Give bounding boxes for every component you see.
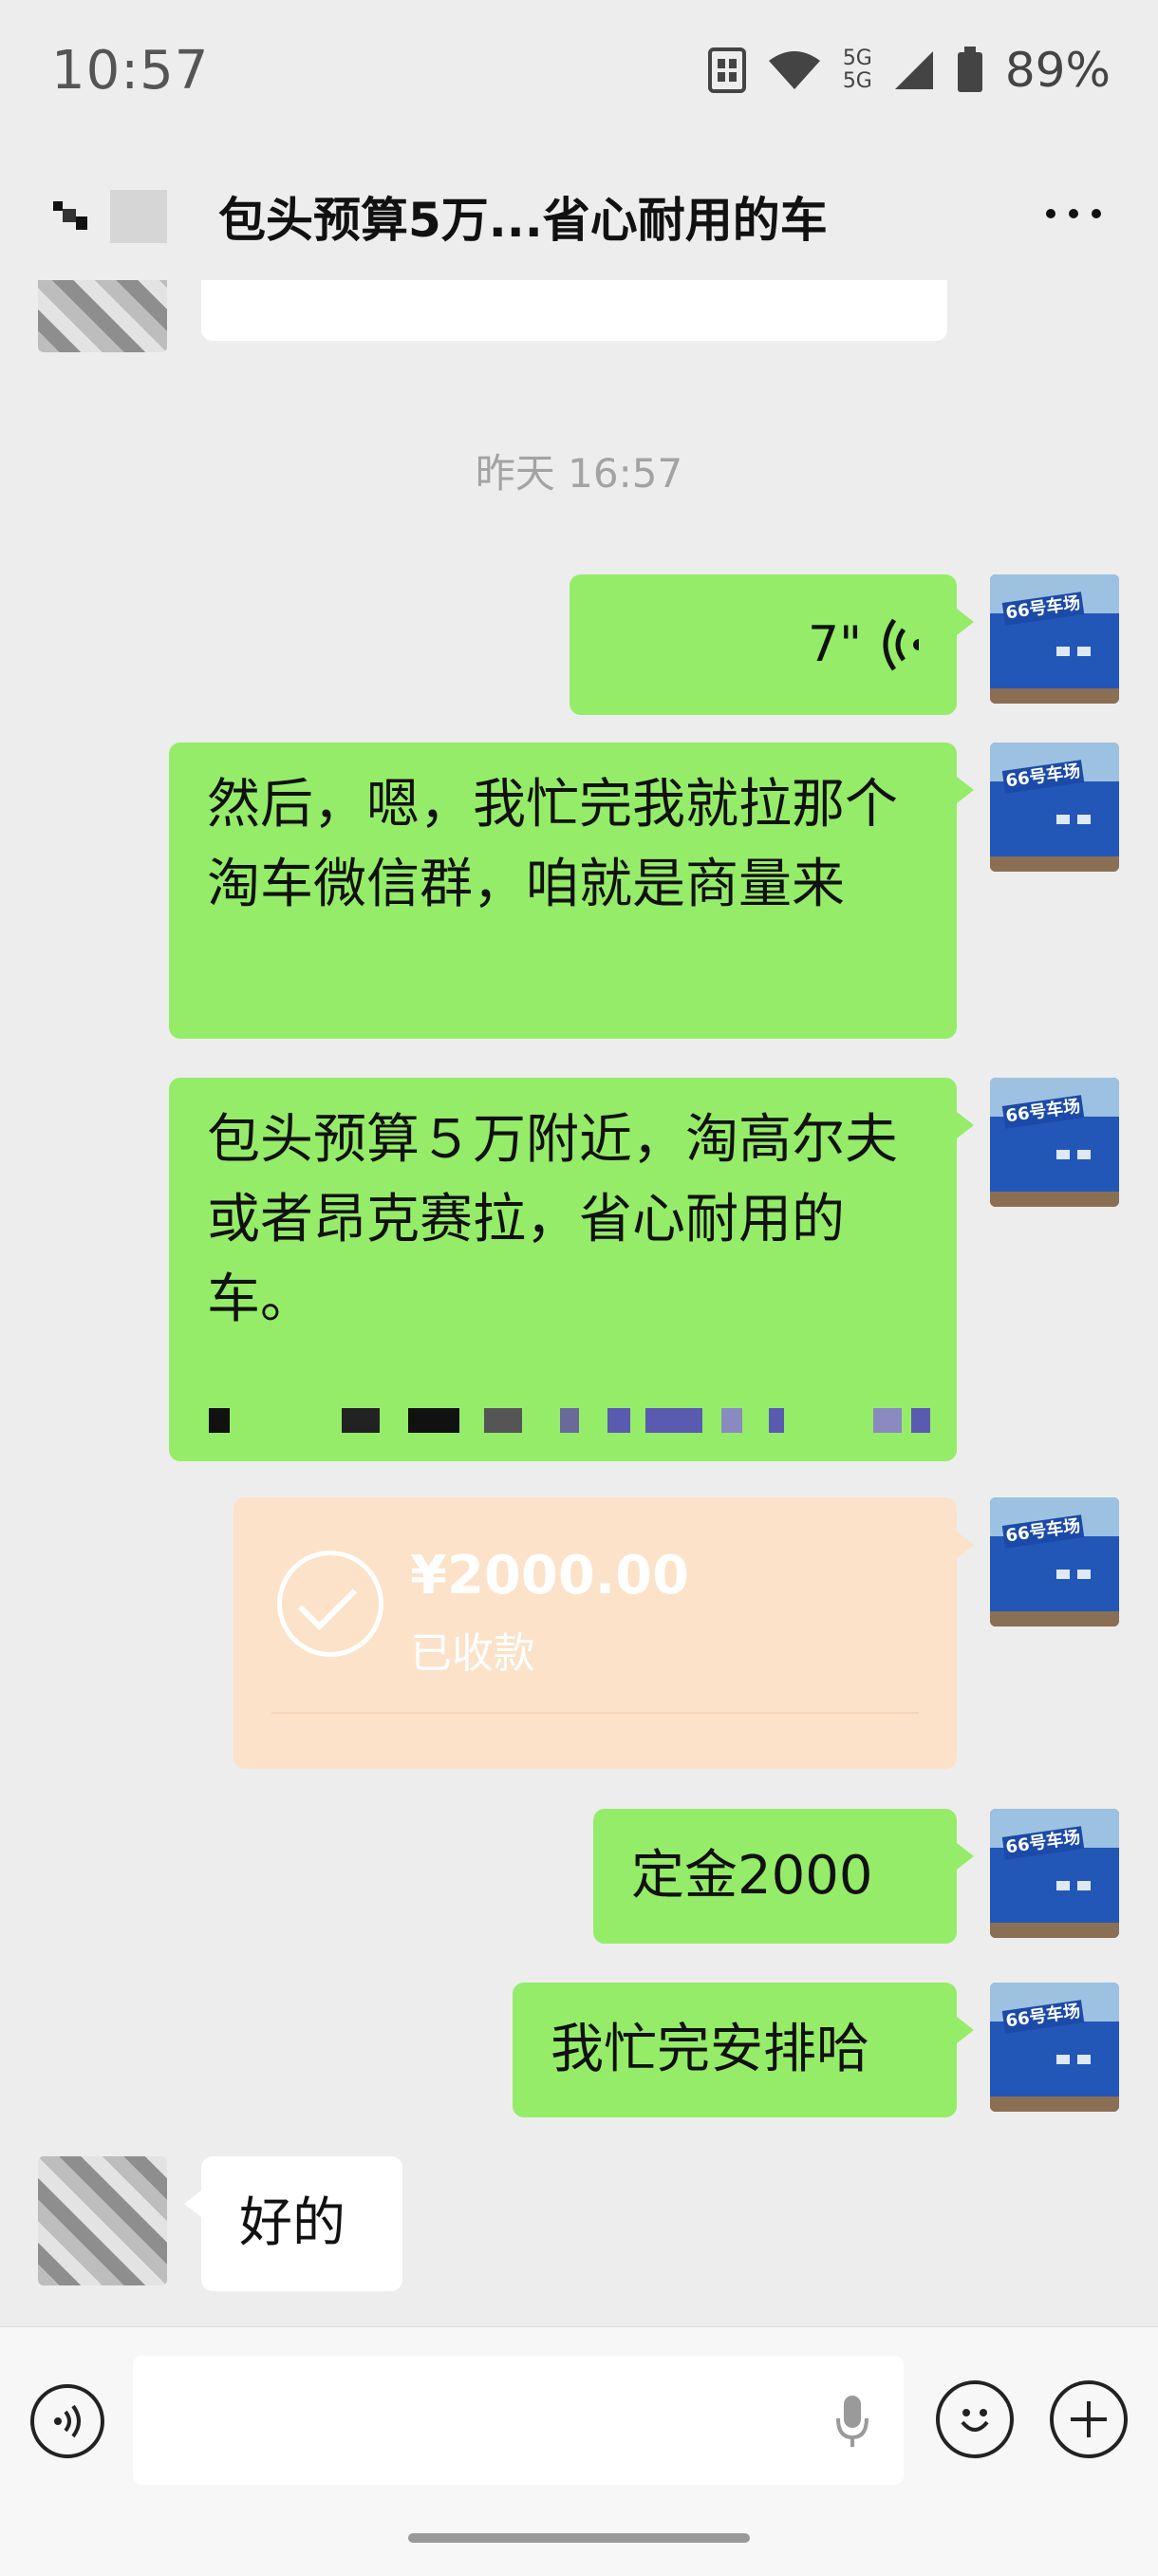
message-bubble[interactable]: 好的 bbox=[184, 2156, 402, 2291]
smiley-icon bbox=[961, 2409, 989, 2432]
my-avatar[interactable]: 66号车场 bbox=[990, 743, 1119, 872]
message-text: 然后，嗯，我忙完我就拉那个淘车微信群，咱就是商量来 bbox=[207, 774, 898, 915]
voice-input-toggle-button[interactable] bbox=[30, 2384, 104, 2458]
chat-message-list[interactable]: 嗯，买个省心点的车最好 昨天 16:57 7" 66号车场 然后，嗯，我忙完我就… bbox=[0, 280, 1158, 2326]
my-avatar[interactable]: 66号车场 bbox=[990, 1078, 1119, 1207]
network-label-2: 5G bbox=[842, 69, 872, 93]
voice-duration: 7" bbox=[807, 616, 862, 673]
my-avatar[interactable]: 66号车场 bbox=[990, 574, 1119, 704]
network-indicator: 5G 5G bbox=[843, 47, 872, 93]
check-circle-icon bbox=[277, 1551, 383, 1657]
more-dot bbox=[1092, 209, 1101, 218]
sim-card-icon bbox=[707, 47, 746, 93]
my-avatar[interactable]: 66号车场 bbox=[990, 1809, 1119, 1938]
microphone-icon[interactable] bbox=[835, 2394, 869, 2449]
voice-wave-icon bbox=[883, 618, 919, 671]
battery-percent: 89% bbox=[1004, 43, 1111, 98]
transfer-amount: ¥2000.00 bbox=[410, 1545, 690, 1607]
chat-header: 包头预算5万...省心耐用的车 bbox=[0, 142, 1158, 280]
chat-title[interactable]: 包头预算5万...省心耐用的车 bbox=[218, 182, 828, 251]
message-bubble[interactable]: 然后，嗯，我忙完我就拉那个淘车微信群，咱就是商量来 bbox=[169, 743, 974, 1039]
message-text: 定金2000 bbox=[631, 1845, 873, 1907]
my-avatar[interactable]: 66号车场 bbox=[990, 1497, 1119, 1626]
transfer-divider bbox=[271, 1712, 919, 1714]
friend-avatar[interactable] bbox=[38, 280, 167, 352]
message-timestamp: 昨天 16:57 bbox=[475, 450, 683, 497]
redacted-content bbox=[209, 1391, 949, 1448]
home-indicator[interactable] bbox=[408, 2533, 750, 2543]
message-text: 我忙完安排哈 bbox=[551, 2019, 869, 2080]
message-input[interactable] bbox=[133, 2356, 904, 2485]
status-bar: 10:57 5G 5G 89% bbox=[0, 0, 1158, 142]
status-time: 10:57 bbox=[51, 40, 210, 102]
transfer-status: 已收款 bbox=[410, 1629, 535, 1678]
signal-icon bbox=[894, 51, 933, 89]
message-text: 包头预算５万附近，淘高尔夫或者昂克赛拉，省心耐用的车。 bbox=[207, 1109, 898, 1330]
transfer-card[interactable]: ¥2000.00 已收款 bbox=[233, 1497, 974, 1769]
friend-avatar[interactable] bbox=[38, 2156, 167, 2285]
chat-avatar-blurred-icon bbox=[53, 190, 167, 243]
emoji-button[interactable] bbox=[936, 2380, 1014, 2458]
more-functions-button[interactable] bbox=[1050, 2380, 1128, 2458]
voice-message-bubble[interactable]: 7" bbox=[570, 574, 974, 715]
status-icons: 5G 5G 89% bbox=[707, 42, 1111, 99]
battery-icon bbox=[957, 47, 982, 92]
wifi-icon bbox=[768, 51, 820, 89]
network-label-1: 5G bbox=[842, 47, 872, 70]
more-dot bbox=[1046, 209, 1055, 218]
plus-icon bbox=[1071, 2401, 1107, 2437]
message-text: 好的 bbox=[239, 2192, 346, 2254]
voice-wave-icon bbox=[54, 2404, 81, 2438]
message-text: 嗯，买个省心点的车最好 bbox=[239, 280, 909, 293]
my-avatar[interactable]: 66号车场 bbox=[990, 1983, 1119, 2112]
more-dot bbox=[1069, 209, 1078, 218]
message-bubble[interactable]: 定金2000 bbox=[593, 1809, 974, 1944]
more-icon[interactable] bbox=[1046, 209, 1101, 218]
message-bubble-partial[interactable]: 嗯，买个省心点的车最好 bbox=[201, 280, 947, 341]
message-bubble[interactable]: 我忙完安排哈 bbox=[513, 1983, 974, 2117]
